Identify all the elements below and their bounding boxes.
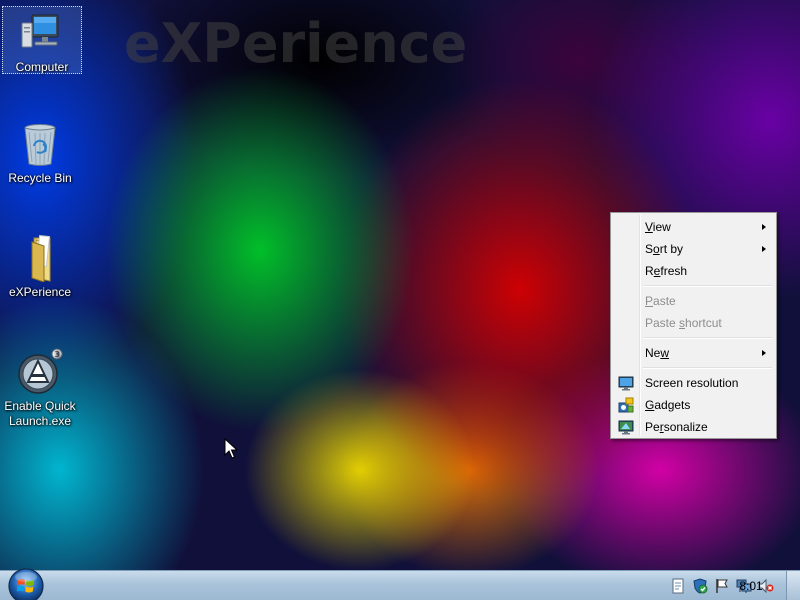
menu-separator [613, 334, 774, 342]
menu-label-start: R [645, 264, 654, 278]
menu-label-rest: sonalize [663, 420, 708, 434]
monitor-icon [618, 376, 634, 391]
desktop-icon-label: Enable Quick Launch.exe [4, 399, 76, 428]
desktop-icon-folder[interactable]: eXPerience [0, 234, 80, 300]
desktop-icon-label: eXPerience [8, 285, 72, 299]
taskbar-clock[interactable]: 8:01 [726, 571, 776, 600]
security-shield-icon[interactable] [692, 578, 708, 594]
mouse-pointer-icon [224, 438, 238, 459]
submenu-arrow-icon [762, 224, 766, 230]
menu-label-start: Ne [645, 346, 661, 360]
menu-label: Screen resolution [645, 376, 739, 390]
menu-item-new[interactable]: New [613, 342, 774, 364]
menu-separator [613, 364, 774, 372]
show-desktop-button[interactable] [786, 571, 800, 600]
menu-label-start: Pe [645, 420, 660, 434]
menu-accel: V [645, 220, 653, 234]
desktop[interactable]: eXPerience Computer Recycle Bin eXPerien… [0, 0, 800, 570]
menu-item-view[interactable]: View [613, 216, 774, 238]
quick-launch-app-icon: 3 [18, 348, 63, 394]
menu-accel: w [660, 346, 670, 360]
menu-item-paste[interactable]: Paste [613, 290, 774, 312]
wallpaper-watermark: eXPerience [124, 12, 468, 75]
menu-label-rest: iew [652, 220, 671, 234]
menu-item-sort-by[interactable]: Sort by [613, 238, 774, 260]
desktop-icon-label: Computer [15, 60, 69, 74]
menu-item-paste-shortcut[interactable]: Paste shortcut [613, 312, 774, 334]
menu-item-screen-resolution[interactable]: Screen resolution [613, 372, 774, 394]
menu-label-rest: adgets [654, 398, 691, 412]
menu-label-start: Paste [645, 316, 680, 330]
menu-label-start: S [645, 242, 654, 256]
menu-separator [613, 282, 774, 290]
gadgets-icon [618, 397, 634, 413]
menu-label-rest: rt by [659, 242, 684, 256]
folder-icon [31, 235, 51, 282]
desktop-icon-computer[interactable]: Computer [2, 6, 82, 74]
menu-item-gadgets[interactable]: Gadgets [613, 394, 774, 416]
taskbar: 8:01 [0, 568, 800, 600]
menu-item-personalize[interactable]: Personalize [613, 416, 774, 438]
menu-label-rest: hortcut [685, 316, 722, 330]
document-icon[interactable] [670, 578, 686, 594]
submenu-arrow-icon [762, 350, 766, 356]
recycle-bin-icon [24, 124, 56, 166]
menu-item-refresh[interactable]: Refresh [613, 260, 774, 282]
menu-label-rest: fresh [660, 264, 688, 278]
menu-accel: P [645, 294, 654, 308]
desktop-icon-label: Recycle Bin [8, 171, 72, 185]
submenu-arrow-icon [762, 246, 766, 252]
personalize-icon [618, 420, 634, 435]
svg-text:3: 3 [54, 350, 59, 359]
menu-accel: o [653, 242, 660, 256]
start-orb-icon[interactable] [6, 566, 46, 600]
desktop-icon-recycle-bin[interactable]: Recycle Bin [0, 120, 80, 186]
computer-icon [21, 14, 59, 48]
menu-accel: G [645, 398, 655, 412]
menu-label-rest: aste [653, 294, 676, 308]
desktop-context-menu: View Sort by Refresh Paste Paste shortcu… [610, 212, 777, 439]
desktop-icon-quick-launch[interactable]: 3 Enable Quick Launch.exe [0, 348, 80, 429]
